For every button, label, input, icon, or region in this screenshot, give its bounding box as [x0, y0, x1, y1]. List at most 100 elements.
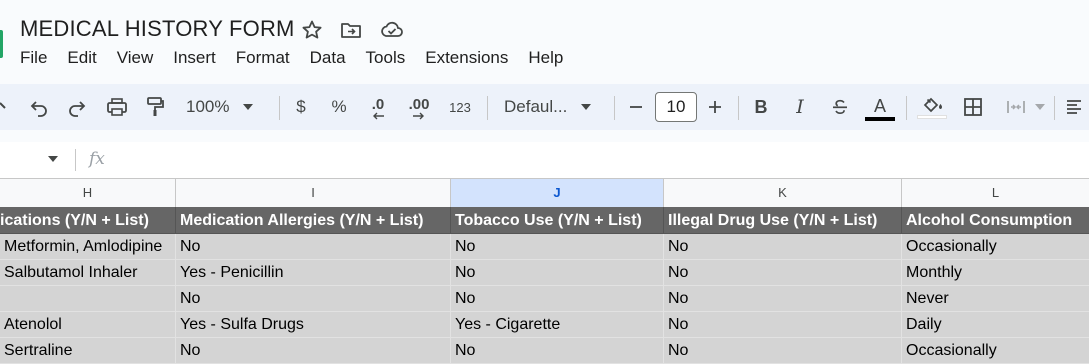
zoom-value: 100% — [186, 97, 230, 116]
chevron-down-icon — [1035, 104, 1045, 110]
chevron-down-icon — [243, 104, 254, 110]
toolbar-divider — [1054, 96, 1055, 120]
table-cell[interactable]: Occasionally — [902, 338, 1089, 364]
table-cell[interactable] — [0, 286, 176, 312]
cloud-saved-icon[interactable] — [379, 18, 403, 42]
number-format-label: 123 — [449, 99, 471, 115]
table-cell[interactable]: No — [451, 286, 664, 312]
arrow-left-icon — [373, 112, 384, 120]
text-color-button[interactable]: A — [864, 84, 896, 130]
title-bar: MEDICAL HISTORY FORM File Edit View Inse… — [0, 0, 1089, 82]
increase-font-size-button[interactable] — [704, 84, 726, 130]
font-size-input[interactable]: 10 — [655, 92, 697, 122]
table-cell[interactable]: No — [664, 312, 902, 338]
zoom-select[interactable]: 100% — [178, 84, 268, 130]
table-cell[interactable]: No — [176, 338, 451, 364]
column-header-i[interactable]: I — [176, 179, 451, 207]
strikethrough-button[interactable] — [828, 84, 852, 130]
horizontal-align-button[interactable] — [1062, 84, 1086, 130]
table-cell[interactable]: Daily — [902, 312, 1089, 338]
document-title[interactable]: MEDICAL HISTORY FORM — [20, 16, 295, 42]
decrease-font-size-button[interactable] — [626, 84, 646, 130]
menu-insert[interactable]: Insert — [173, 47, 216, 69]
text-color-letter: A — [873, 96, 886, 116]
table-cell[interactable]: Occasionally — [902, 234, 1089, 260]
table-row: Atenolol Yes - Sulfa Drugs Yes - Cigaret… — [0, 312, 1089, 338]
header-cell[interactable]: ications (Y/N + List) — [0, 207, 176, 234]
currency-label: $ — [296, 97, 306, 116]
merge-cells-button[interactable] — [1000, 84, 1050, 130]
strikethrough-icon — [833, 99, 847, 115]
table-cell[interactable]: No — [451, 338, 664, 364]
menu-edit[interactable]: Edit — [67, 47, 96, 69]
percent-label: % — [331, 97, 347, 116]
table-cell[interactable]: No — [451, 234, 664, 260]
table-row: No No No Never — [0, 286, 1089, 312]
table-cell[interactable]: Atenolol — [0, 312, 176, 338]
arrow-right-icon — [413, 112, 424, 120]
sheets-logo-icon[interactable] — [0, 30, 3, 58]
more-formats-button[interactable]: 123 — [444, 84, 476, 130]
header-row: ications (Y/N + List) Medication Allergi… — [0, 207, 1089, 234]
header-cell[interactable]: Medication Allergies (Y/N + List) — [176, 207, 451, 234]
table-row: Salbutamol Inhaler Yes - Penicillin No N… — [0, 260, 1089, 286]
column-headers: H I J K L — [0, 178, 1089, 207]
paint-bucket-icon — [923, 97, 942, 112]
table-cell[interactable]: No — [664, 286, 902, 312]
table-cell[interactable]: No — [451, 260, 664, 286]
font-select[interactable]: Defaul... — [498, 84, 604, 130]
toolbar-divider — [487, 96, 488, 120]
redo-icon[interactable] — [64, 84, 90, 130]
header-cell[interactable]: Tobacco Use (Y/N + List) — [451, 207, 664, 234]
search-menus-icon[interactable] — [0, 84, 10, 130]
print-icon[interactable] — [104, 84, 130, 130]
table-cell[interactable]: Never — [902, 286, 1089, 312]
decrease-decimal-button[interactable]: .0 — [364, 84, 392, 130]
menu-extensions[interactable]: Extensions — [425, 47, 508, 69]
table-cell[interactable]: No — [664, 260, 902, 286]
toolbar-divider — [279, 96, 280, 120]
table-cell[interactable]: Yes - Sulfa Drugs — [176, 312, 451, 338]
table-cell[interactable]: Sertraline — [0, 338, 176, 364]
table-cell[interactable]: Salbutamol Inhaler — [0, 260, 176, 286]
italic-button[interactable]: I — [789, 84, 811, 130]
menu-format[interactable]: Format — [236, 47, 290, 69]
undo-icon[interactable] — [26, 84, 52, 130]
currency-format-button[interactable]: $ — [290, 84, 312, 130]
sheet-grid: ications (Y/N + List) Medication Allergi… — [0, 207, 1089, 364]
borders-button[interactable] — [960, 84, 986, 130]
column-header-l[interactable]: L — [902, 179, 1089, 207]
font-value: Defaul... — [504, 97, 568, 116]
table-cell[interactable]: Metformin, Amlodipine — [0, 234, 176, 260]
table-cell[interactable]: No — [176, 286, 451, 312]
move-folder-icon[interactable] — [339, 18, 363, 42]
column-header-k[interactable]: K — [664, 179, 902, 207]
borders-icon — [964, 98, 982, 116]
menu-view[interactable]: View — [117, 47, 154, 69]
table-cell[interactable]: No — [664, 338, 902, 364]
increase-decimal-button[interactable]: .00 — [404, 84, 434, 130]
menu-file[interactable]: File — [20, 47, 47, 69]
percent-format-button[interactable]: % — [328, 84, 350, 130]
menu-data[interactable]: Data — [310, 47, 346, 69]
paint-format-icon[interactable] — [142, 84, 168, 130]
table-cell[interactable]: No — [176, 234, 451, 260]
menu-tools[interactable]: Tools — [366, 47, 406, 69]
column-header-j[interactable]: J — [451, 179, 664, 207]
fill-color-button[interactable] — [916, 84, 948, 130]
star-icon[interactable] — [300, 18, 324, 42]
menu-help[interactable]: Help — [528, 47, 563, 69]
toolbar-divider — [906, 96, 907, 120]
merge-cells-icon — [1007, 101, 1025, 113]
table-cell[interactable]: Monthly — [902, 260, 1089, 286]
name-box-dropdown-icon[interactable] — [48, 156, 58, 162]
header-cell[interactable]: Alcohol Consumption — [902, 207, 1089, 234]
column-header-h[interactable]: H — [0, 179, 176, 207]
menu-bar: File Edit View Insert Format Data Tools … — [20, 47, 583, 69]
bold-button[interactable]: B — [750, 84, 772, 130]
table-cell[interactable]: Yes - Cigarette — [451, 312, 664, 338]
table-cell[interactable]: Yes - Penicillin — [176, 260, 451, 286]
toolbar-divider — [738, 96, 739, 120]
header-cell[interactable]: Illegal Drug Use (Y/N + List) — [664, 207, 902, 234]
table-cell[interactable]: No — [664, 234, 902, 260]
